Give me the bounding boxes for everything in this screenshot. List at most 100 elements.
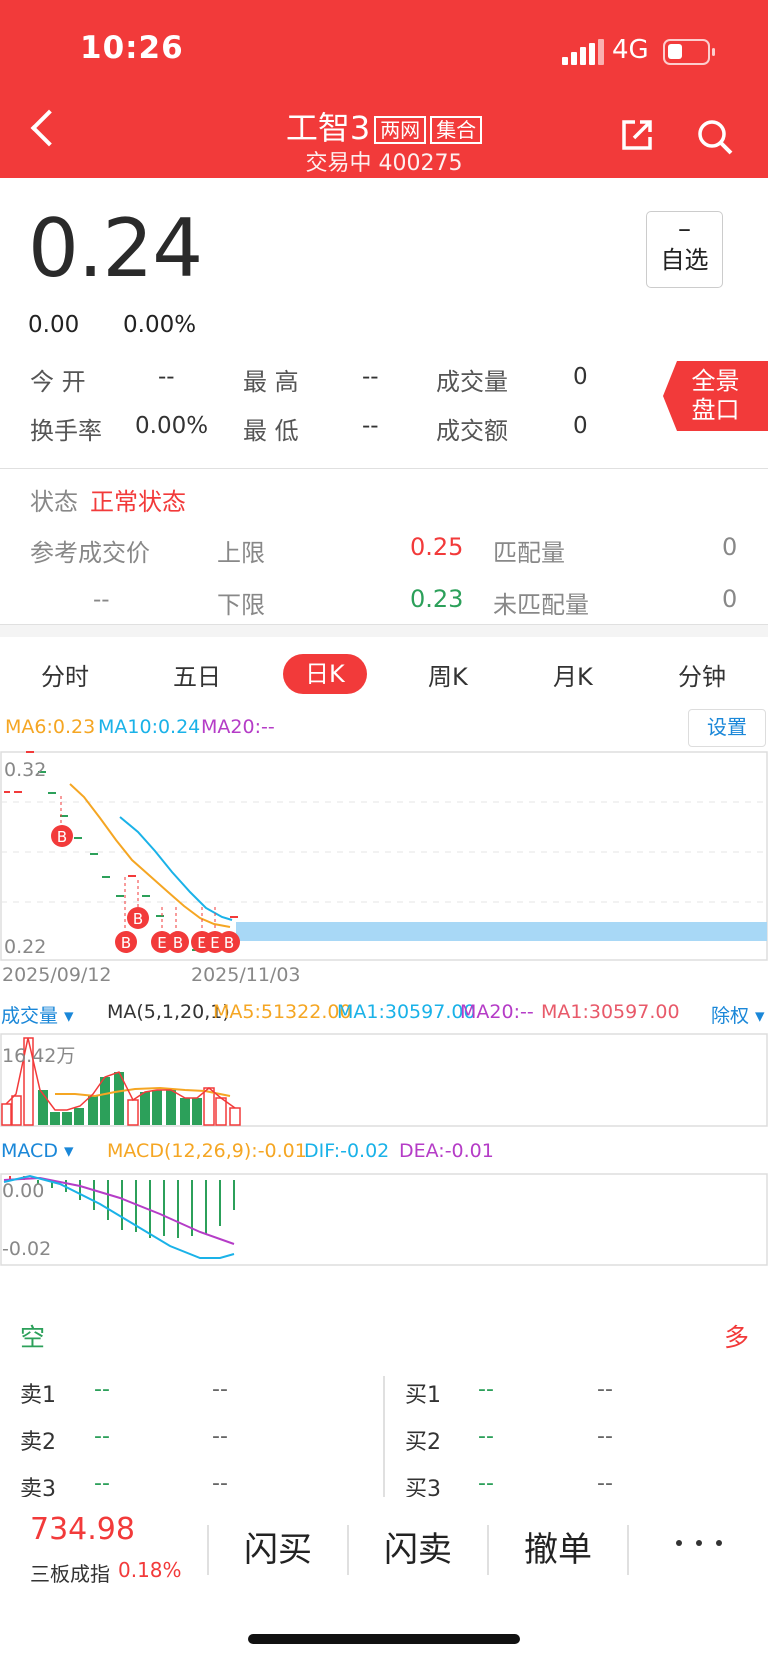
volume-y-top: 16.42万	[2, 1045, 76, 1067]
marker-b-4: B	[167, 931, 189, 953]
search-icon[interactable]	[696, 118, 734, 156]
buy-3-price: --	[478, 1471, 494, 1496]
chart-settings-button[interactable]: 设置	[688, 709, 766, 747]
sell-3-volume: --	[212, 1471, 228, 1496]
macd-chart	[0, 1173, 768, 1266]
price-band	[236, 922, 767, 941]
k-y-top: 0.32	[4, 759, 47, 781]
svg-text:B: B	[57, 828, 67, 846]
index-name: 三板成指	[30, 1562, 110, 1586]
price-change: 0.00	[28, 312, 80, 338]
tab-intraday[interactable]: 分时	[41, 657, 89, 692]
tab-five-day[interactable]: 五日	[173, 657, 221, 692]
orderbook-empty-label: 空	[20, 1323, 46, 1352]
volume-ma1-b: MA1:30597.00	[541, 1001, 680, 1023]
ma6-value: MA6:0.23	[5, 716, 96, 738]
unmatched-value: 0	[722, 585, 738, 613]
open-label: 今 开	[30, 368, 86, 396]
index-change-pct: 0.18%	[118, 1558, 182, 1582]
buy-3-volume: --	[597, 1471, 613, 1496]
k-date-right: 2025/11/03	[191, 964, 301, 986]
ma10-line	[119, 816, 233, 921]
matched-value: 0	[722, 533, 738, 561]
marker-b-1: B	[51, 825, 73, 847]
k-y-bottom: 0.22	[4, 936, 47, 958]
high-value: --	[362, 364, 379, 390]
volume-indicator-selector[interactable]: 成交量 ▾	[1, 1001, 74, 1028]
share-icon[interactable]	[620, 118, 654, 152]
section-divider	[0, 625, 768, 637]
buy-1-price: --	[478, 1377, 494, 1402]
volume-ma1: MA1:30597.00	[337, 1001, 476, 1023]
bottom-divider-1	[207, 1525, 209, 1575]
high-label: 最 高	[243, 368, 299, 396]
sell-1-label: 卖1	[20, 1383, 56, 1408]
tab-weekly-k[interactable]: 周K	[428, 657, 468, 692]
favorite-label: 自选	[660, 246, 709, 274]
favorite-mark: –	[678, 214, 691, 244]
amount-label: 成交额	[436, 417, 508, 445]
ma10-value: MA10:0.24	[98, 716, 201, 738]
svg-text:B: B	[224, 934, 234, 952]
tab-minute[interactable]: 分钟	[678, 657, 726, 692]
marker-b-2: B	[127, 907, 149, 929]
panorama-button[interactable]: 全景 盘口	[663, 361, 768, 431]
cancel-order-button[interactable]: 撤单	[524, 1522, 592, 1571]
bottom-divider-3	[487, 1525, 489, 1575]
ma20-value: MA20:--	[201, 716, 275, 738]
sell-3-price: --	[94, 1471, 110, 1496]
sell-2-volume: --	[212, 1424, 228, 1449]
volume-params: MA(5,1,20,1)	[107, 1001, 230, 1023]
macd-y-bottom: -0.02	[2, 1238, 52, 1260]
trade-markers: B B B E B E E B	[51, 796, 240, 953]
adjust-selector[interactable]: 除权 ▾	[711, 1001, 765, 1028]
bottom-divider-2	[347, 1525, 349, 1575]
more-icon[interactable]	[676, 1540, 726, 1550]
ref-price-value: --	[93, 587, 110, 613]
trading-status-panel: 状态 正常状态 参考成交价 -- 上限 0.25 下限 0.23 匹配量 0 未…	[0, 468, 768, 625]
turnover-value: 0.00%	[135, 413, 209, 439]
battery-icon	[663, 39, 715, 65]
panorama-line1: 全景	[691, 367, 740, 395]
k-date-left: 2025/09/12	[2, 964, 112, 986]
amount-value: 0	[573, 413, 588, 439]
marker-b-3: B	[115, 931, 137, 953]
app-header: 10:26 4G 工智3 两网 集合 交易中 400275	[0, 0, 768, 178]
buy-2-price: --	[478, 1424, 494, 1449]
price-change-pct: 0.00%	[123, 312, 197, 338]
svg-text:B: B	[173, 934, 183, 952]
volume-ma20: MA20:--	[460, 1001, 534, 1023]
upper-limit-value: 0.25	[410, 533, 464, 561]
tab-monthly-k[interactable]: 月K	[553, 657, 593, 692]
macd-indicator-selector[interactable]: MACD ▾	[1, 1140, 74, 1162]
volume-value: 0	[573, 364, 588, 390]
open-value: --	[158, 364, 175, 390]
tab-daily-k[interactable]: 日K	[283, 654, 367, 694]
matched-label: 匹配量	[493, 539, 565, 567]
flash-sell-button[interactable]: 闪卖	[384, 1522, 452, 1571]
sell-2-price: --	[94, 1424, 110, 1449]
panorama-line2: 盘口	[691, 396, 740, 424]
upper-limit-label: 上限	[217, 539, 265, 567]
marker-b-5: B	[218, 931, 240, 953]
stock-name: 工智3	[285, 109, 371, 147]
index-value[interactable]: 734.98	[30, 1512, 135, 1547]
buy-1-volume: --	[597, 1377, 613, 1402]
status-label: 状态	[30, 488, 78, 516]
add-favorite-button[interactable]: – 自选	[646, 211, 723, 288]
status-time: 10:26	[80, 30, 184, 66]
tag-auction: 集合	[430, 116, 483, 144]
macd-params: MACD(12,26,9):-0.01	[107, 1140, 307, 1162]
volume-label: 成交量	[436, 368, 508, 396]
low-value: --	[362, 413, 379, 439]
flash-buy-button[interactable]: 闪买	[244, 1522, 312, 1571]
macd-dif: DIF:-0.02	[304, 1140, 390, 1162]
volume-ma5: MA5:51322.00	[213, 1001, 352, 1023]
ma6-line	[69, 783, 231, 928]
svg-text:B: B	[133, 910, 143, 928]
bottom-divider-4	[627, 1525, 629, 1575]
current-price: 0.24	[28, 202, 203, 295]
lower-limit-label: 下限	[217, 591, 265, 619]
sell-1-price: --	[94, 1377, 110, 1402]
k-line-chart: B B B E B E E B	[0, 751, 768, 961]
